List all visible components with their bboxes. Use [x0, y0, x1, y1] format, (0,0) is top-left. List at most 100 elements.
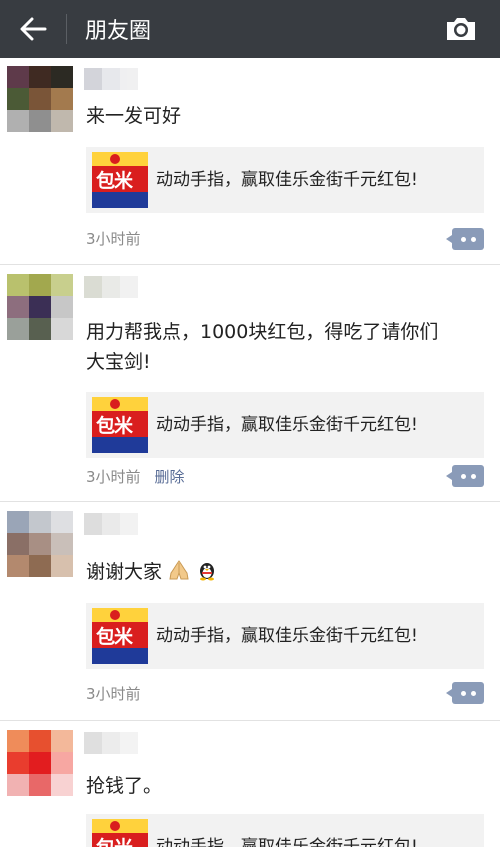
avatar-pixel	[29, 752, 51, 774]
comment-dots-icon	[460, 473, 466, 479]
moment-post: 用力帮我点，1000块红包，得吃了请你们 大宝剑! 包米 动动手指，赢取佳乐金街…	[0, 266, 500, 502]
post-meta: 3小时前	[86, 228, 141, 249]
avatar[interactable]	[7, 511, 73, 577]
avatar-pixel	[51, 730, 73, 752]
avatar-pixel	[51, 110, 73, 132]
moment-post: 谢谢大家 包米 动动手指，赢取佳乐金街千元红包! 3小时前	[0, 503, 500, 721]
post-text: 用力帮我点，1000块红包，得吃了请你们 大宝剑!	[86, 317, 480, 377]
username-blur-pixel	[84, 68, 102, 90]
top-bar: 朋友圈	[0, 0, 500, 58]
share-card-text: 动动手指，赢取佳乐金街千元红包!	[156, 837, 418, 847]
username-blur-pixel	[102, 276, 120, 298]
post-text: 抢钱了。	[86, 771, 480, 801]
share-card[interactable]: 包米 动动手指，赢取佳乐金街千元红包!	[86, 603, 484, 669]
username-blur-pixel	[120, 732, 138, 754]
avatar-pixel	[51, 66, 73, 88]
share-card[interactable]: 包米 动动手指，赢取佳乐金街千元红包!	[86, 392, 484, 458]
avatar-pixel	[7, 88, 29, 110]
username-blur-pixel	[102, 513, 120, 535]
share-thumbnail: 包米	[92, 152, 148, 208]
share-thumbnail: 包米	[92, 819, 148, 847]
username-blur-pixel	[120, 276, 138, 298]
avatar-pixel	[51, 533, 73, 555]
avatar-pixel	[7, 274, 29, 296]
post-text: 来一发可好	[86, 101, 480, 131]
avatar-pixel	[51, 774, 73, 796]
avatar-pixel	[29, 88, 51, 110]
moment-post: 来一发可好 包米 动动手指，赢取佳乐金街千元红包! 3小时前	[0, 58, 500, 265]
avatar-pixel	[29, 318, 51, 340]
username-blur-pixel	[84, 513, 102, 535]
avatar-pixel	[29, 730, 51, 752]
comment-button[interactable]	[446, 682, 484, 704]
avatar-pixel	[29, 110, 51, 132]
avatar-pixel	[7, 533, 29, 555]
username-blur-pixel	[102, 732, 120, 754]
username-blur-pixel	[84, 732, 102, 754]
post-text-line: 大宝剑!	[86, 351, 151, 373]
avatar-pixel	[7, 511, 29, 533]
share-card-text: 动动手指，赢取佳乐金街千元红包!	[156, 170, 418, 190]
page-title: 朋友圈	[85, 19, 152, 44]
post-text: 谢谢大家	[86, 557, 480, 587]
username-blur-pixel	[120, 513, 138, 535]
username-blurred[interactable]	[84, 276, 138, 298]
avatar-pixel	[7, 66, 29, 88]
post-time: 3小时前	[86, 685, 141, 703]
post-text-line: 抢钱了。	[86, 775, 163, 797]
avatar-pixel	[29, 774, 51, 796]
post-meta: 3小时前 删除	[86, 466, 185, 487]
camera-button[interactable]	[440, 10, 482, 48]
username-blur-pixel	[84, 276, 102, 298]
post-time: 3小时前	[86, 230, 141, 248]
avatar-pixel	[51, 752, 73, 774]
username-blurred[interactable]	[84, 513, 138, 535]
comment-button[interactable]	[446, 465, 484, 487]
penguin-icon	[200, 563, 215, 581]
avatar-pixel	[7, 296, 29, 318]
share-card-text: 动动手指，赢取佳乐金街千元红包!	[156, 626, 418, 646]
username-blur-pixel	[102, 68, 120, 90]
username-blur-pixel	[120, 68, 138, 90]
delete-link[interactable]: 删除	[155, 466, 185, 487]
avatar-pixel	[29, 274, 51, 296]
back-arrow-icon	[20, 17, 47, 41]
share-thumbnail: 包米	[92, 397, 148, 453]
avatar-pixel	[29, 296, 51, 318]
avatar-pixel	[51, 318, 73, 340]
avatar-pixel	[51, 88, 73, 110]
avatar[interactable]	[7, 274, 73, 340]
share-thumbnail: 包米	[92, 608, 148, 664]
share-card[interactable]: 包米 动动手指，赢取佳乐金街千元红包!	[86, 814, 484, 847]
comment-dot	[470, 236, 476, 242]
post-time: 3小时前	[86, 468, 141, 486]
avatar-pixel	[7, 730, 29, 752]
header-divider	[66, 14, 67, 44]
username-blurred[interactable]	[84, 68, 138, 90]
comment-dot	[470, 690, 476, 696]
post-meta: 3小时前	[86, 683, 141, 704]
back-button[interactable]	[0, 0, 66, 58]
avatar-pixel	[29, 555, 51, 577]
comment-button[interactable]	[446, 228, 484, 250]
avatar-pixel	[51, 274, 73, 296]
share-card-text: 动动手指，赢取佳乐金街千元红包!	[156, 415, 418, 435]
comment-dot	[470, 473, 476, 479]
avatar-pixel	[7, 555, 29, 577]
share-card[interactable]: 包米 动动手指，赢取佳乐金街千元红包!	[86, 147, 484, 213]
avatar-pixel	[7, 318, 29, 340]
avatar[interactable]	[7, 730, 73, 796]
avatar-pixel	[51, 296, 73, 318]
avatar-pixel	[29, 66, 51, 88]
camera-icon	[447, 18, 475, 40]
avatar[interactable]	[7, 66, 73, 132]
avatar-pixel	[51, 555, 73, 577]
comment-dots-icon	[460, 690, 466, 696]
username-blurred[interactable]	[84, 732, 138, 754]
post-text-line: 用力帮我点，1000块红包，得吃了请你们	[86, 321, 439, 343]
moment-post: 抢钱了。 包米 动动手指，赢取佳乐金街千元红包!	[0, 722, 500, 847]
avatar-pixel	[7, 110, 29, 132]
praying-hands-icon	[169, 560, 189, 580]
post-text-line: 谢谢大家	[86, 561, 163, 583]
post-text-line: 来一发可好	[86, 105, 182, 127]
